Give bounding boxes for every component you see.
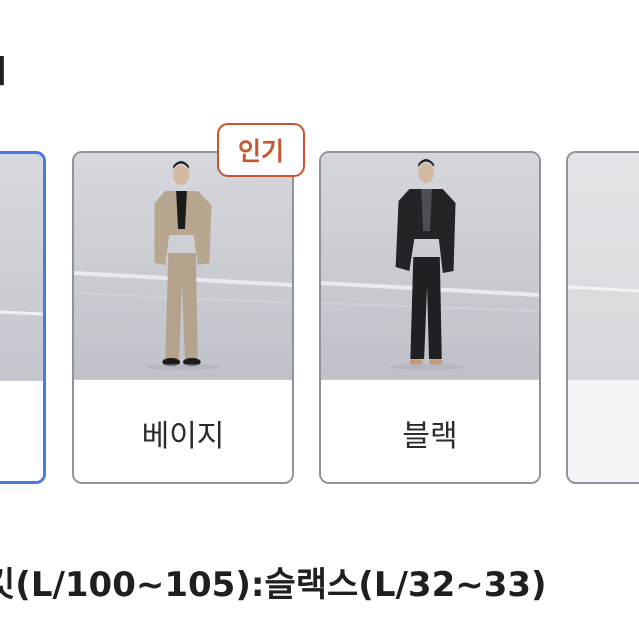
color-option-card-beige[interactable]: 베이지 <box>72 151 294 484</box>
model-photo <box>568 153 639 380</box>
color-option-card-black[interactable]: 블랙 <box>319 151 541 484</box>
section-title: l <box>0 50 8 94</box>
color-option-card-more[interactable] <box>566 151 639 484</box>
beige-suit-photo <box>74 153 292 380</box>
color-option-screen: l 베이지 인기 블랙 킷(L/100~105):슬랙스(L/32~33) <box>0 0 639 639</box>
model-photo <box>0 154 43 381</box>
option-label-black: 블랙 <box>321 380 539 482</box>
option-label <box>0 381 43 481</box>
popular-badge: 인기 <box>217 123 305 177</box>
option-label <box>568 380 639 482</box>
size-spec-text: 킷(L/100~105):슬랙스(L/32~33) <box>0 565 547 605</box>
black-suit-photo <box>321 153 539 380</box>
option-label-beige: 베이지 <box>74 380 292 482</box>
color-option-card-selected[interactable] <box>0 151 46 484</box>
